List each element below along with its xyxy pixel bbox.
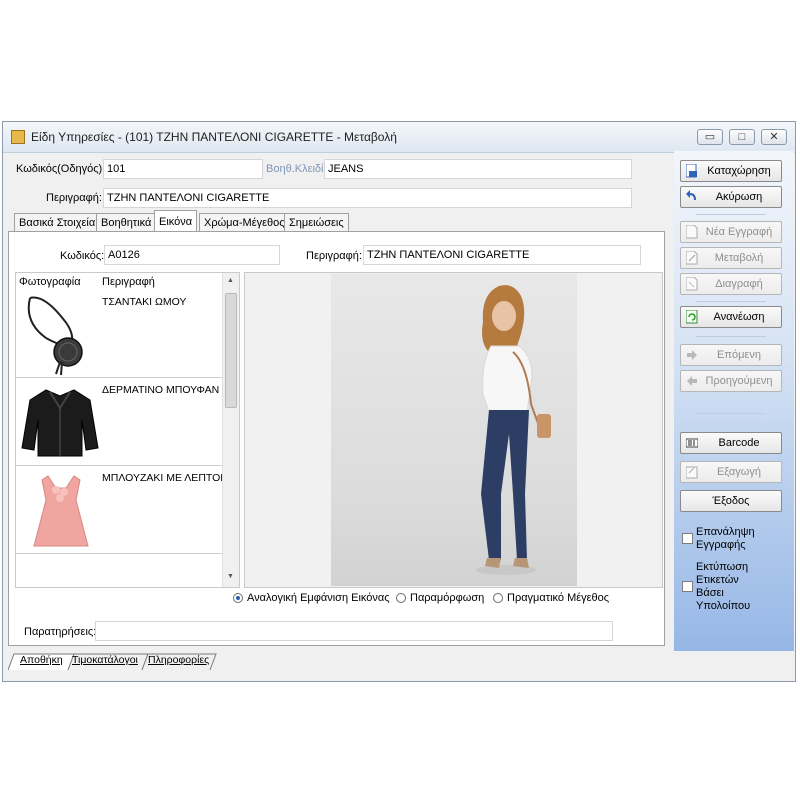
notes-field[interactable] — [95, 621, 613, 641]
save-button[interactable]: Καταχώρηση — [680, 160, 782, 182]
edit-document-icon — [686, 251, 698, 265]
print-labels-label: Εκτύπωση Ετικετών Βάσει Υπολοίπου — [696, 561, 751, 612]
list-item-description: ΤΣΑΝΤΑΚΙ ΩΜΟΥ — [102, 296, 187, 308]
tab-notes[interactable]: Σημειώσεις — [284, 213, 349, 232]
leather-jacket-icon — [21, 389, 99, 457]
image-code-label: Κωδικός: — [60, 250, 105, 262]
edit-button[interactable]: Μεταβολή — [680, 247, 782, 269]
column-header-photo[interactable]: Φωτογραφία — [19, 276, 81, 288]
refresh-icon — [686, 310, 698, 324]
app-icon — [11, 130, 25, 144]
image-preview — [244, 272, 663, 588]
tab-color-size[interactable]: Χρώμα-Μέγεθος — [199, 213, 290, 232]
image-description-field[interactable]: ΤΖΗΝ ΠΑΝΤΕΛΟΝΙ CIGARETTE — [363, 245, 641, 265]
delete-document-icon — [686, 277, 698, 291]
list-item[interactable]: ΤΣΑΝΤΑΚΙ ΩΜΟΥ — [16, 290, 222, 378]
save-icon — [686, 164, 697, 178]
tab-image[interactable]: Εικόνα — [154, 210, 198, 233]
aux-key-field[interactable]: JEANS — [324, 159, 632, 179]
photo-list[interactable]: Φωτογραφία Περιγραφή ΤΣΑΝΤΑΚΙ ΩΜΟΥ ΔΕΡΜΑ… — [15, 272, 240, 588]
list-item-description: ΔΕΡΜΑΤΙΝΟ ΜΠΟΥΦΑΝ — [102, 384, 220, 396]
tab-auxiliary[interactable]: Βοηθητικά — [96, 213, 157, 232]
shoulder-bag-icon — [27, 296, 83, 376]
notes-label: Παρατηρήσεις: — [24, 626, 97, 638]
window-title: Είδη Υπηρεσίες - (101) ΤΖΗΝ ΠΑΝΤΕΛΟΝΙ CI… — [31, 130, 397, 144]
scroll-thumb[interactable] — [225, 293, 237, 408]
radio-distortion[interactable] — [396, 593, 406, 603]
list-item-description: ΜΠΛΟΥΖΑΚΙ ΜΕ ΛΕΠΤΟΜΙ — [102, 472, 232, 484]
new-record-button[interactable]: Νέα Εγγραφή — [680, 221, 782, 243]
scroll-down-icon[interactable]: ▼ — [227, 573, 234, 580]
exit-button[interactable]: Έξοδος — [680, 490, 782, 512]
delete-button[interactable]: Διαγραφή — [680, 273, 782, 295]
product-photo — [331, 274, 577, 586]
cancel-button[interactable]: Ακύρωση — [680, 186, 782, 208]
radio-actual-size[interactable] — [493, 593, 503, 603]
undo-icon — [686, 190, 696, 200]
model-figure-icon — [476, 285, 551, 575]
separator — [696, 336, 766, 337]
image-code-field[interactable]: A0126 — [104, 245, 280, 265]
refresh-button[interactable]: Ανανέωση — [680, 306, 782, 328]
column-header-description[interactable]: Περιγραφή — [102, 276, 155, 288]
code-label: Κωδικός(Οδηγός): — [16, 163, 106, 175]
arrow-right-icon — [687, 350, 697, 360]
tab-basic[interactable]: Βασικά Στοιχεία — [14, 213, 101, 232]
code-field[interactable]: 101 — [103, 159, 263, 179]
export-button[interactable]: Εξαγωγή — [680, 461, 782, 483]
title-bar[interactable]: Είδη Υπηρεσίες - (101) ΤΖΗΝ ΠΑΝΤΕΛΟΝΙ CI… — [3, 122, 795, 153]
description-label: Περιγραφή: — [46, 192, 102, 204]
barcode-button[interactable]: Barcode — [680, 432, 782, 454]
radio-actual-size-label: Πραγματικό Μέγεθος — [507, 592, 610, 604]
bottom-tab-pricelists[interactable]: Τιμοκατάλογοι — [72, 654, 138, 670]
arrow-left-icon — [687, 376, 697, 386]
pink-blouse-icon — [33, 475, 89, 547]
description-field[interactable]: ΤΖΗΝ ΠΑΝΤΕΛΟΝΙ CIGARETTE — [103, 188, 632, 208]
barcode-icon — [686, 438, 698, 448]
list-scrollbar[interactable]: ▲ ▼ — [222, 273, 239, 587]
bottom-tab-warehouse[interactable]: Αποθήκη — [20, 654, 63, 670]
previous-button[interactable]: Προηγούμενη — [680, 370, 782, 392]
separator — [696, 413, 766, 414]
export-icon — [686, 466, 698, 479]
radio-proportional[interactable] — [233, 593, 243, 603]
bottom-tab-info[interactable]: Πληροφορίες — [148, 654, 209, 670]
close-button[interactable]: ✕ — [761, 129, 787, 145]
scroll-up-icon[interactable]: ▲ — [227, 277, 234, 284]
new-document-icon — [686, 225, 698, 239]
action-panel: Καταχώρηση Ακύρωση Νέα Εγγραφή Μεταβολή … — [674, 151, 794, 651]
separator — [696, 301, 766, 302]
image-description-label: Περιγραφή: — [306, 250, 362, 262]
radio-proportional-label: Αναλογική Εμφάνιση Εικόνας — [247, 592, 390, 604]
print-labels-checkbox[interactable] — [682, 581, 693, 592]
list-item[interactable]: ΜΠΛΟΥΖΑΚΙ ΜΕ ΛΕΠΤΟΜΙ — [16, 466, 232, 554]
minimize-button[interactable]: ▭ — [697, 129, 723, 145]
radio-distortion-label: Παραμόρφωση — [410, 592, 485, 604]
repeat-record-label: Επανάληψη Εγγραφής — [696, 526, 755, 551]
maximize-button[interactable]: □ — [729, 129, 755, 145]
repeat-record-checkbox[interactable] — [682, 533, 693, 544]
aux-key-label: Βοηθ.Κλειδί: — [266, 163, 327, 175]
list-item[interactable]: ΔΕΡΜΑΤΙΝΟ ΜΠΟΥΦΑΝ — [16, 378, 222, 466]
next-button[interactable]: Επόμενη — [680, 344, 782, 366]
separator — [696, 214, 766, 215]
